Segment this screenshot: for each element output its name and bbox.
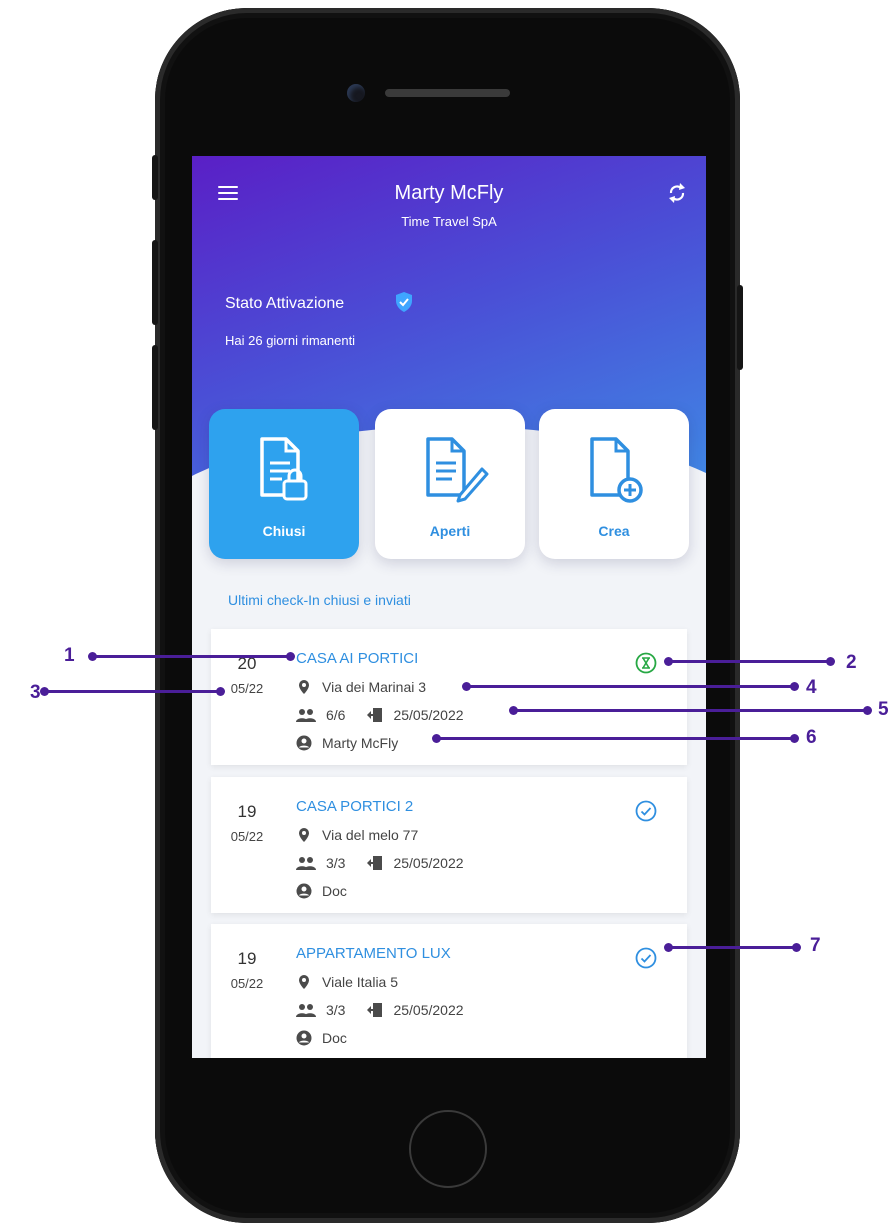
checkin-card[interactable]: 20 05/22 CASA AI PORTICI Via dei Marinai… — [211, 629, 687, 765]
checkin-operator: Doc — [322, 1030, 347, 1046]
checkout-door-icon — [367, 1003, 383, 1017]
phone-power-button — [737, 285, 743, 370]
callout-line — [92, 655, 290, 658]
verified-shield-icon — [396, 292, 412, 312]
callout-dot — [286, 652, 295, 661]
check-circle-icon[interactable] — [635, 947, 657, 969]
checkin-title: APPARTAMENTO LUX — [296, 945, 451, 962]
callout-dot — [790, 682, 799, 691]
location-pin-icon — [299, 975, 309, 989]
sync-icon[interactable] — [668, 182, 686, 204]
user-circle-icon — [296, 1030, 312, 1046]
callout-dot — [792, 943, 801, 952]
section-title: Ultimi check-In chiusi e inviati — [228, 592, 411, 608]
app-screen: Marty McFly Time Travel SpA Stato Attiva… — [192, 156, 706, 1058]
checkin-guests: 6/6 — [326, 707, 346, 723]
location-pin-icon — [299, 828, 309, 842]
checkin-day: 19 — [237, 949, 257, 968]
checkin-address-row: Via dei Marinai 3 — [296, 679, 426, 695]
checkin-guests: 3/3 — [326, 1002, 346, 1018]
hourglass-icon[interactable] — [635, 652, 657, 674]
phone-side-button — [152, 155, 158, 200]
tile-open-label: Aperti — [429, 523, 471, 539]
checkin-checkout-date: 25/05/2022 — [393, 707, 464, 723]
checkin-guests-row: 3/3 25/05/2022 — [296, 1002, 464, 1018]
check-circle-icon[interactable] — [635, 800, 657, 822]
checkin-address-row: Viale Italia 5 — [296, 974, 398, 990]
checkin-checkout-date: 25/05/2022 — [393, 1002, 464, 1018]
checkin-month: 05/22 — [230, 976, 264, 991]
callout-number-2: 2 — [846, 652, 857, 673]
callout-number-4: 4 — [806, 677, 817, 698]
checkin-card[interactable]: 19 05/22 CASA PORTICI 2 Via del melo 77 … — [211, 777, 687, 913]
front-camera — [347, 84, 365, 102]
phone-volume-up — [152, 240, 158, 325]
phone-volume-down — [152, 345, 158, 430]
checkin-month: 05/22 — [230, 829, 264, 844]
callout-number-7: 7 — [810, 935, 821, 956]
checkin-address: Viale Italia 5 — [322, 974, 399, 990]
callout-line — [668, 946, 796, 949]
home-button[interactable] — [409, 1110, 487, 1188]
tile-closed[interactable]: Chiusi — [209, 409, 359, 559]
checkin-checkout-date: 25/05/2022 — [393, 855, 464, 871]
checkin-operator: Marty McFly — [322, 735, 399, 751]
checkin-address: Via del melo 77 — [322, 827, 419, 843]
user-circle-icon — [296, 883, 312, 899]
callout-dot — [863, 706, 872, 715]
open-document-edit-icon — [426, 437, 489, 503]
activation-days-remaining: Hai 26 giorni rimanenti — [225, 333, 356, 348]
tile-create-label: Crea — [598, 523, 630, 539]
callout-line — [513, 709, 867, 712]
guests-icon — [296, 709, 316, 722]
checkin-title: CASA PORTICI 2 — [296, 798, 414, 815]
callout-line — [668, 660, 830, 663]
checkin-operator-row: Doc — [296, 1030, 347, 1046]
activation-status-title: Stato Attivazione — [225, 295, 345, 312]
checkin-month: 05/22 — [230, 681, 264, 696]
tile-create[interactable]: Crea — [539, 409, 689, 559]
checkout-door-icon — [367, 856, 383, 870]
closed-document-lock-icon — [260, 437, 308, 501]
checkin-operator: Doc — [322, 883, 347, 899]
location-pin-icon — [299, 680, 309, 694]
checkin-guests-row: 6/6 25/05/2022 — [296, 707, 464, 723]
create-document-plus-icon — [590, 437, 643, 503]
callout-dot — [216, 687, 225, 696]
guests-icon — [296, 857, 316, 870]
callout-line — [436, 737, 794, 740]
user-circle-icon — [296, 735, 312, 751]
callout-dot — [826, 657, 835, 666]
callout-number-5: 5 — [878, 699, 889, 720]
checkin-day: 19 — [237, 802, 257, 821]
tile-closed-label: Chiusi — [262, 523, 306, 539]
checkin-operator-row: Marty McFly — [296, 735, 398, 751]
tile-open[interactable]: Aperti — [375, 409, 525, 559]
checkin-guests-row: 3/3 25/05/2022 — [296, 855, 464, 871]
checkin-card[interactable]: 19 05/22 APPARTAMENTO LUX Viale Italia 5… — [211, 924, 687, 1058]
checkin-address: Via dei Marinai 3 — [322, 679, 427, 695]
callout-number-3: 3 — [30, 682, 41, 703]
checkout-door-icon — [367, 708, 383, 722]
checkin-operator-row: Doc — [296, 883, 347, 899]
callout-line — [466, 685, 794, 688]
callout-line — [44, 690, 220, 693]
checkin-title: CASA AI PORTICI — [296, 650, 419, 667]
user-name: Marty McFly — [394, 182, 504, 204]
guests-icon — [296, 1004, 316, 1017]
callout-number-1: 1 — [64, 645, 75, 666]
callout-dot — [790, 734, 799, 743]
earpiece-speaker — [385, 89, 510, 97]
callout-number-6: 6 — [806, 727, 817, 748]
checkin-address-row: Via del melo 77 — [296, 827, 418, 843]
company-name: Time Travel SpA — [401, 214, 497, 229]
checkin-guests: 3/3 — [326, 855, 346, 871]
